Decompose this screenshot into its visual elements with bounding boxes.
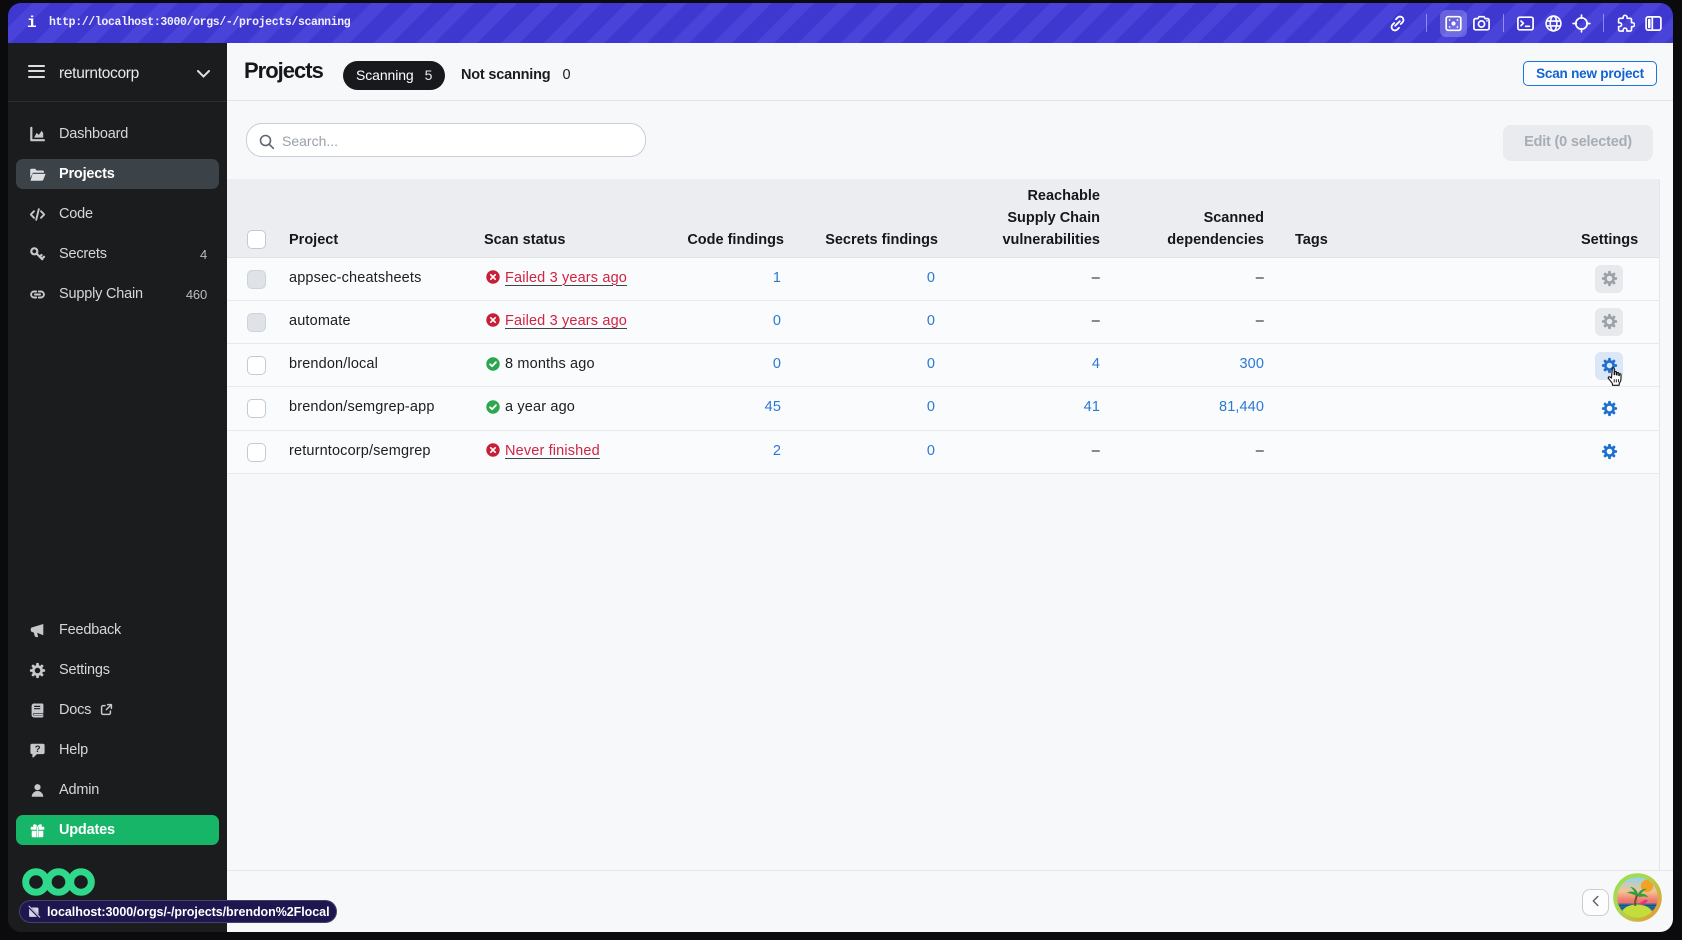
svg-text:?: ? [35, 744, 41, 755]
